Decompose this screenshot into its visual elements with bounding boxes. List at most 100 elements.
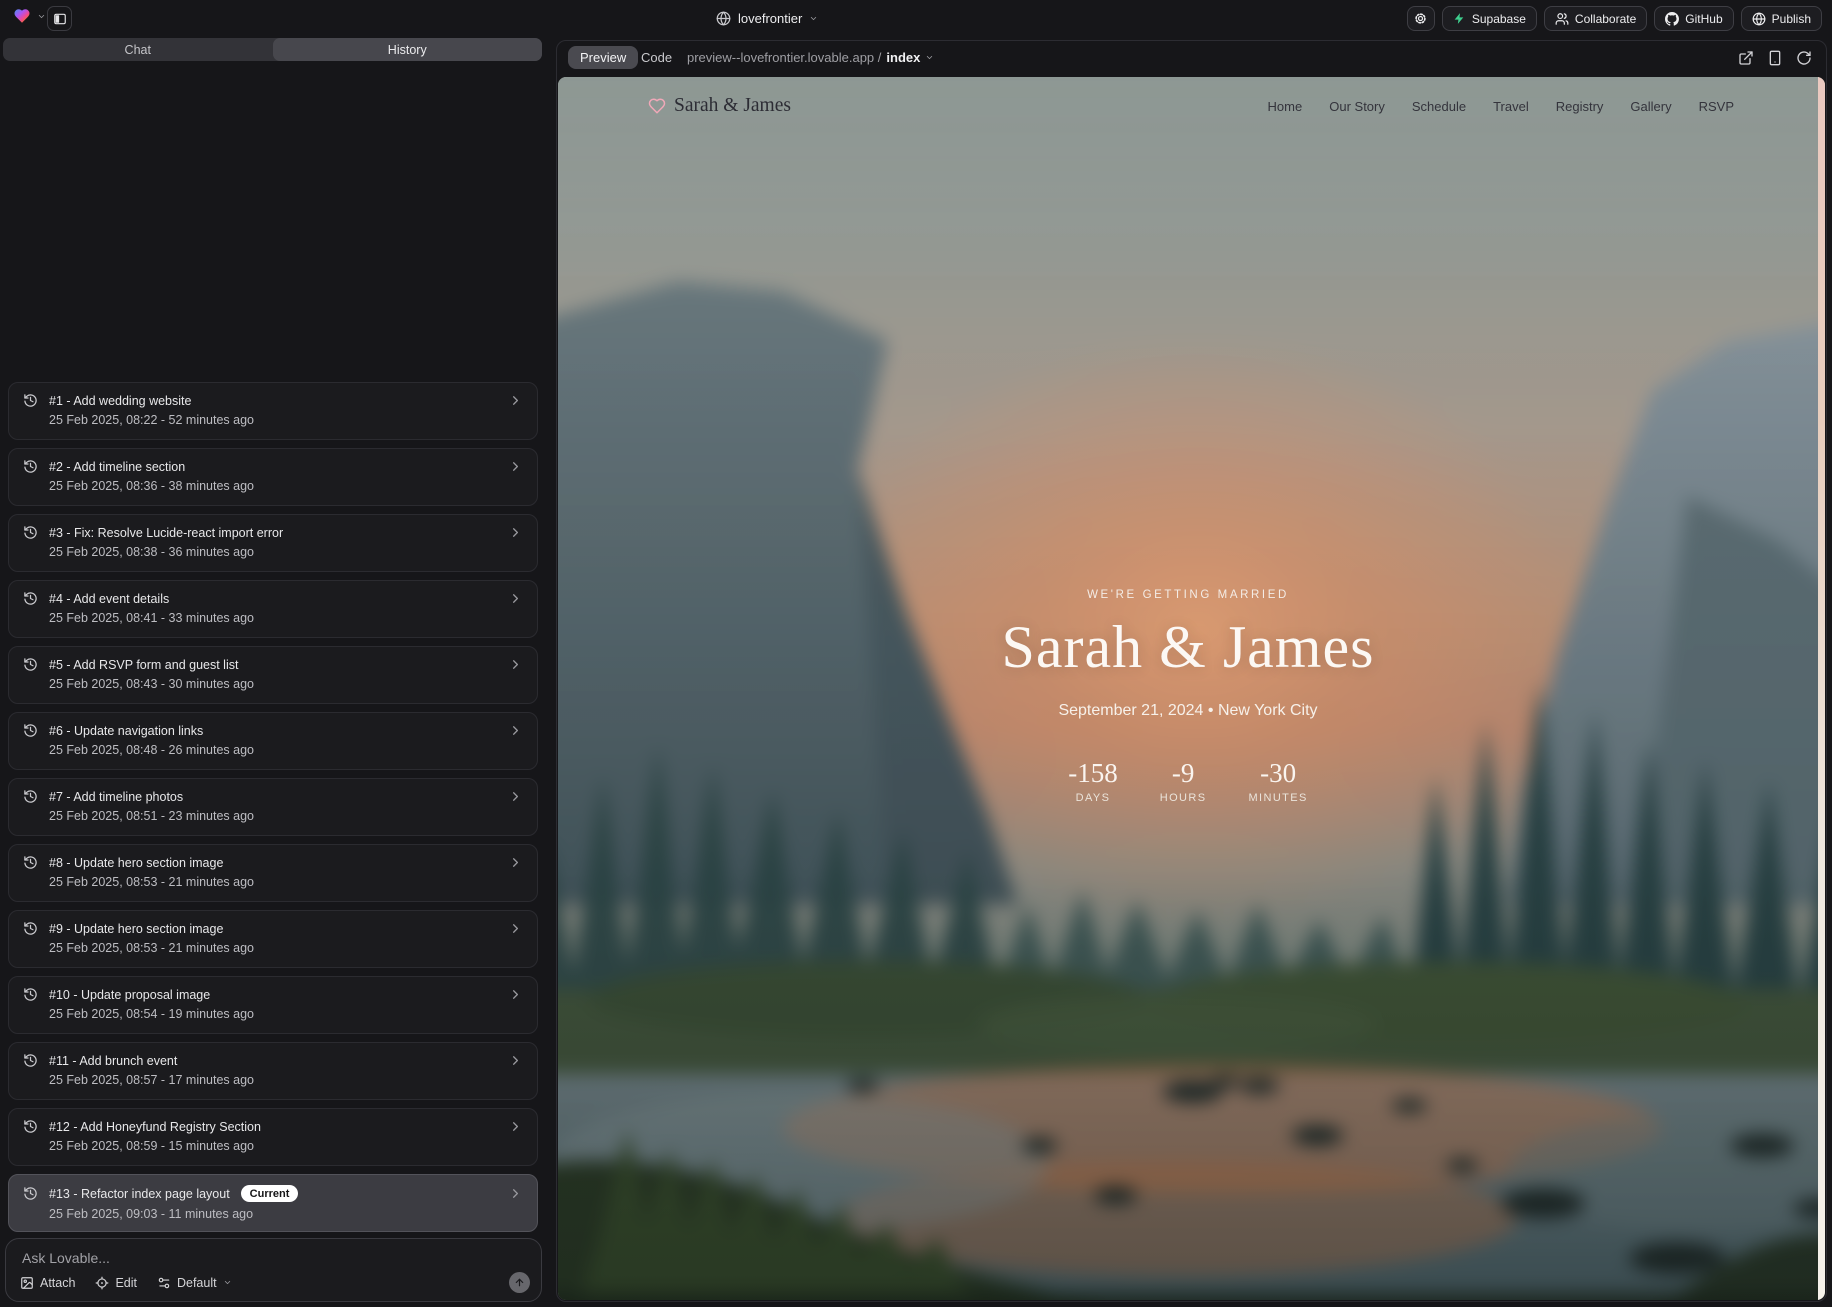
chevron-right-icon xyxy=(508,525,523,540)
gear-icon xyxy=(1413,11,1428,26)
github-button[interactable]: GitHub xyxy=(1654,6,1733,31)
history-item-timestamp: 25 Feb 2025, 08:41 - 33 minutes ago xyxy=(49,611,523,625)
history-item-timestamp: 25 Feb 2025, 08:38 - 36 minutes ago xyxy=(49,545,523,559)
chevron-right-icon xyxy=(508,855,523,870)
history-item[interactable]: #12 - Add Honeyfund Registry Section 25 … xyxy=(8,1108,538,1166)
hero-eyebrow: WE'RE GETTING MARRIED xyxy=(558,589,1818,601)
history-item-timestamp: 25 Feb 2025, 08:51 - 23 minutes ago xyxy=(49,809,523,823)
target-icon xyxy=(95,1276,109,1290)
history-icon xyxy=(23,723,38,738)
sliders-icon xyxy=(157,1276,171,1290)
history-item[interactable]: #2 - Add timeline section 25 Feb 2025, 0… xyxy=(8,448,538,506)
history-item[interactable]: #9 - Update hero section image 25 Feb 20… xyxy=(8,910,538,968)
history-item-current[interactable]: #13 - Refactor index page layoutCurrent … xyxy=(8,1174,538,1232)
hero-date-line: September 21, 2024 • New York City xyxy=(558,702,1818,720)
chat-input[interactable] xyxy=(22,1250,512,1272)
site-logo[interactable]: Sarah & James xyxy=(648,95,791,117)
mode-select[interactable]: Default xyxy=(157,1276,232,1290)
countdown-hours: -9 HOURS xyxy=(1160,758,1207,804)
preview-url-page: index xyxy=(886,50,920,65)
panel-left-icon xyxy=(53,12,67,26)
nav-link-schedule[interactable]: Schedule xyxy=(1412,99,1466,114)
hero-title: Sarah & James xyxy=(558,613,1818,682)
mobile-view-icon[interactable] xyxy=(1767,50,1783,66)
preview-panel: Preview Code preview--lovefrontier.lovab… xyxy=(556,40,1827,1302)
history-icon xyxy=(23,855,38,870)
edit-button[interactable]: Edit xyxy=(95,1276,137,1290)
settings-button[interactable] xyxy=(1407,6,1435,31)
chevron-down-icon xyxy=(925,53,934,62)
supabase-bolt-icon xyxy=(1453,12,1466,25)
history-item[interactable]: #1 - Add wedding website 25 Feb 2025, 08… xyxy=(8,382,538,440)
current-badge: Current xyxy=(241,1185,299,1202)
chevron-right-icon xyxy=(508,789,523,804)
mode-label: Default xyxy=(177,1276,217,1290)
site-nav-links: Home Our Story Schedule Travel Registry … xyxy=(1268,99,1734,114)
nav-link-travel[interactable]: Travel xyxy=(1493,99,1529,114)
nav-link-gallery[interactable]: Gallery xyxy=(1630,99,1671,114)
history-icon xyxy=(23,525,38,540)
history-item[interactable]: #6 - Update navigation links 25 Feb 2025… xyxy=(8,712,538,770)
history-item[interactable]: #7 - Add timeline photos 25 Feb 2025, 08… xyxy=(8,778,538,836)
lovable-menu[interactable] xyxy=(12,7,46,25)
chevron-down-icon xyxy=(37,12,46,21)
attach-button[interactable]: Attach xyxy=(20,1276,75,1290)
users-icon xyxy=(1555,12,1569,26)
topbar-actions: Supabase Collaborate GitHub Publish xyxy=(1407,6,1822,31)
nav-link-rsvp[interactable]: RSVP xyxy=(1699,99,1734,114)
history-item-title: #7 - Add timeline photos xyxy=(49,790,183,804)
publish-button[interactable]: Publish xyxy=(1741,6,1822,31)
history-icon xyxy=(23,1119,38,1134)
collaborate-button[interactable]: Collaborate xyxy=(1544,6,1647,31)
tab-history[interactable]: History xyxy=(273,38,543,61)
history-item[interactable]: #5 - Add RSVP form and guest list 25 Feb… xyxy=(8,646,538,704)
chevron-right-icon xyxy=(508,591,523,606)
attach-label: Attach xyxy=(40,1276,75,1290)
image-icon xyxy=(20,1276,34,1290)
refresh-icon[interactable] xyxy=(1796,50,1812,66)
preview-scrollbar[interactable] xyxy=(1818,77,1825,1300)
history-icon xyxy=(23,1186,38,1201)
lovable-heart-logo-icon xyxy=(12,7,32,25)
history-item-title: #5 - Add RSVP form and guest list xyxy=(49,658,238,672)
countdown-hours-label: HOURS xyxy=(1160,792,1207,804)
tab-code[interactable]: Code xyxy=(641,50,672,65)
nav-link-our-story[interactable]: Our Story xyxy=(1329,99,1385,114)
history-item-timestamp: 25 Feb 2025, 08:48 - 26 minutes ago xyxy=(49,743,523,757)
history-item[interactable]: #10 - Update proposal image 25 Feb 2025,… xyxy=(8,976,538,1034)
history-item-timestamp: 25 Feb 2025, 08:36 - 38 minutes ago xyxy=(49,479,523,493)
chat-composer: Attach Edit Default xyxy=(5,1238,542,1302)
countdown-days-label: DAYS xyxy=(1068,792,1118,804)
nav-link-registry[interactable]: Registry xyxy=(1556,99,1604,114)
history-item[interactable]: #11 - Add brunch event 25 Feb 2025, 08:5… xyxy=(8,1042,538,1100)
history-item[interactable]: #4 - Add event details 25 Feb 2025, 08:4… xyxy=(8,580,538,638)
history-icon xyxy=(23,657,38,672)
countdown-days: -158 DAYS xyxy=(1068,758,1118,804)
supabase-button[interactable]: Supabase xyxy=(1442,6,1537,31)
publish-label: Publish xyxy=(1772,12,1811,26)
hero-section: WE'RE GETTING MARRIED Sarah & James Sept… xyxy=(558,589,1818,804)
send-button[interactable] xyxy=(509,1272,530,1293)
chevron-right-icon xyxy=(508,1186,523,1201)
preview-actions xyxy=(1738,50,1812,66)
countdown-days-value: -158 xyxy=(1068,758,1118,789)
history-item-timestamp: 25 Feb 2025, 08:53 - 21 minutes ago xyxy=(49,875,523,889)
composer-toolbar: Attach Edit Default xyxy=(20,1272,530,1293)
project-switcher[interactable]: lovefrontier xyxy=(716,0,818,36)
countdown-hours-value: -9 xyxy=(1160,758,1207,789)
topbar: lovefrontier Supabase Collaborate GitHub… xyxy=(0,0,1832,38)
history-item-title: #12 - Add Honeyfund Registry Section xyxy=(49,1120,261,1134)
tab-chat[interactable]: Chat xyxy=(3,38,273,61)
history-item[interactable]: #8 - Update hero section image 25 Feb 20… xyxy=(8,844,538,902)
history-item-title: #10 - Update proposal image xyxy=(49,988,210,1002)
tab-preview[interactable]: Preview xyxy=(568,46,638,69)
history-icon xyxy=(23,921,38,936)
open-in-new-tab-icon[interactable] xyxy=(1738,50,1754,66)
history-item-timestamp: 25 Feb 2025, 08:57 - 17 minutes ago xyxy=(49,1073,523,1087)
preview-url[interactable]: preview--lovefrontier.lovable.app / inde… xyxy=(687,50,934,65)
countdown: -158 DAYS -9 HOURS -30 MINUTES xyxy=(558,758,1818,804)
site-navbar: Sarah & James Home Our Story Schedule Tr… xyxy=(558,77,1818,135)
sidebar-toggle-button[interactable] xyxy=(47,6,72,31)
nav-link-home[interactable]: Home xyxy=(1268,99,1303,114)
history-item[interactable]: #3 - Fix: Resolve Lucide-react import er… xyxy=(8,514,538,572)
